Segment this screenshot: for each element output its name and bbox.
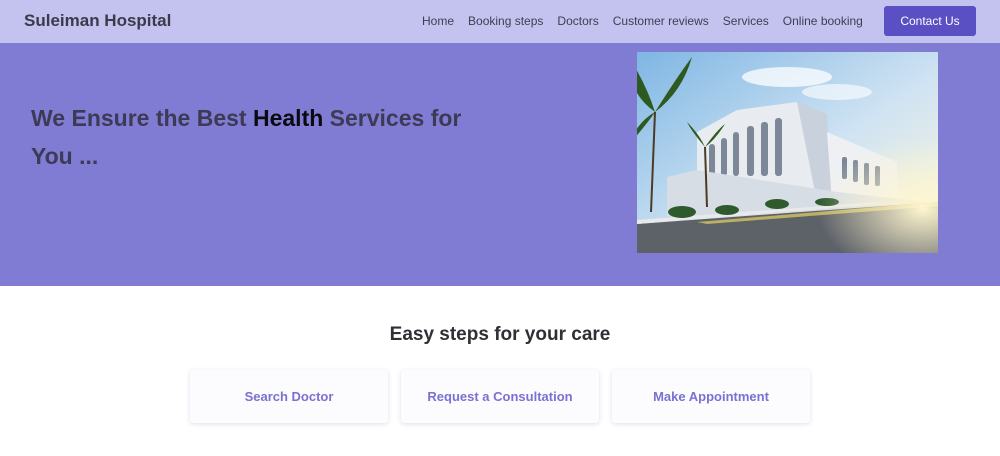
hospital-photo: [637, 52, 938, 253]
nav-link-booking-steps[interactable]: Booking steps: [468, 14, 543, 28]
steps-title: Easy steps for your care: [389, 324, 611, 345]
nav-link-services[interactable]: Services: [723, 14, 769, 28]
nav-link-home[interactable]: Home: [422, 14, 454, 28]
steps-section: Easy steps for your care Search Doctor R…: [0, 286, 1000, 456]
hero-section: We Ensure the Best Health Services for Y…: [0, 43, 1000, 286]
nav-link-online-booking[interactable]: Online booking: [783, 14, 863, 28]
step-card-search-doctor[interactable]: Search Doctor: [190, 370, 388, 423]
brand-logo[interactable]: Suleiman Hospital: [24, 11, 171, 31]
navbar: Suleiman Hospital Home Booking steps Doc…: [0, 0, 1000, 43]
hero-headline-start: We Ensure the Best: [31, 105, 253, 131]
hero-headline-highlight: Health: [252, 105, 324, 131]
step-card-make-appointment[interactable]: Make Appointment: [612, 370, 810, 423]
nav-link-customer-reviews[interactable]: Customer reviews: [613, 14, 709, 28]
contact-us-button[interactable]: Contact Us: [884, 6, 976, 36]
hero-headline: We Ensure the Best Health Services for Y…: [31, 99, 501, 175]
nav-menu: Home Booking steps Doctors Customer revi…: [422, 14, 863, 28]
step-card-request-consultation[interactable]: Request a Consultation: [401, 370, 599, 423]
nav-link-doctors[interactable]: Doctors: [557, 14, 598, 28]
